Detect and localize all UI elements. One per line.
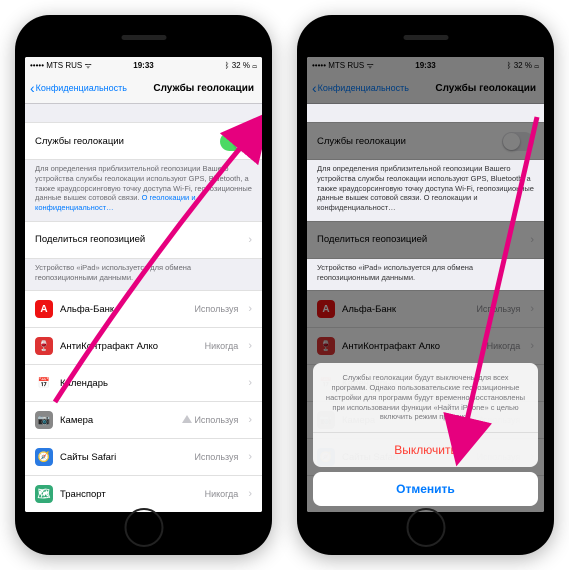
status-bar: ••••• MTS RUS ᯤ 19:33 ᛒ 32 % ▭ bbox=[307, 57, 544, 73]
status-right: ᛒ 32 % ▭ bbox=[507, 61, 539, 70]
app-icon: 📅 bbox=[35, 374, 53, 392]
footer-text: Для определения приблизительной геопозиц… bbox=[25, 160, 262, 221]
app-icon: 🧭 bbox=[35, 448, 53, 466]
cell-label: Поделиться геопозицией bbox=[317, 234, 520, 245]
cell-label: Поделиться геопозицией bbox=[35, 234, 238, 245]
back-button[interactable]: ‹ Конфиденциальность bbox=[30, 80, 127, 96]
share-location-cell: Поделиться геопозицией › bbox=[307, 221, 544, 259]
location-services-toggle-cell[interactable]: Службы геолокации bbox=[25, 122, 262, 160]
app-name: Календарь bbox=[60, 378, 231, 389]
status-right: ᛒ 32 % ▭ bbox=[225, 61, 257, 70]
nav-bar: ‹ Конфиденциальность Службы геолокации bbox=[307, 73, 544, 104]
settings-list[interactable]: Службы геолокации Для определения прибли… bbox=[25, 104, 262, 512]
status-time: 19:33 bbox=[133, 61, 153, 70]
app-cell[interactable]: 📷 Камера Используя › bbox=[25, 402, 262, 439]
chevron-right-icon: › bbox=[248, 377, 252, 389]
chevron-right-icon: › bbox=[248, 488, 252, 500]
app-cell: А Альфа-Банк Используя › bbox=[307, 290, 544, 328]
nav-title: Службы геолокации bbox=[435, 83, 536, 94]
back-button[interactable]: ‹ Конфиденциальность bbox=[312, 80, 409, 96]
app-icon: 🗺 bbox=[35, 485, 53, 503]
chevron-right-icon: › bbox=[530, 303, 534, 315]
app-status: Никогда bbox=[205, 489, 239, 499]
about-location-link: О геолокации и конфиденциальност… bbox=[317, 193, 478, 212]
app-icon: А bbox=[35, 300, 53, 318]
app-name: Камера bbox=[60, 415, 175, 426]
app-name: АнтиКонтрафакт Алко bbox=[60, 341, 198, 352]
app-status: Используя bbox=[194, 452, 238, 462]
app-name: Сайты Safari bbox=[60, 452, 187, 463]
cell-label: Службы геолокации bbox=[317, 136, 495, 147]
app-icon: 🍷 bbox=[317, 337, 335, 355]
back-label: Конфиденциальность bbox=[36, 83, 127, 93]
app-cell[interactable]: 🧭 Сайты Safari Используя › bbox=[25, 439, 262, 476]
chevron-right-icon: › bbox=[248, 340, 252, 352]
app-name: Транспорт bbox=[60, 489, 198, 500]
phone-right: ••••• MTS RUS ᯤ 19:33 ᛒ 32 % ▭ ‹ Конфиде… bbox=[297, 15, 554, 555]
app-cell[interactable]: 🍷 АнтиКонтрафакт Алко Никогда › bbox=[25, 328, 262, 365]
chevron-right-icon: › bbox=[530, 234, 534, 246]
status-left: ••••• MTS RUS ᯤ bbox=[30, 60, 92, 71]
chevron-right-icon: › bbox=[248, 234, 252, 246]
app-icon: А bbox=[317, 300, 335, 318]
app-name: Альфа-Банк bbox=[342, 304, 469, 315]
app-icon: 📷 bbox=[35, 411, 53, 429]
chevron-right-icon: › bbox=[248, 303, 252, 315]
app-icon: 🍷 bbox=[35, 337, 53, 355]
location-services-toggle-cell: Службы геолокации bbox=[307, 122, 544, 160]
screen: ••••• MTS RUS ᯤ 19:33 ᛒ 32 % ▭ ‹ Конфиде… bbox=[25, 57, 262, 512]
app-status: Используя bbox=[182, 415, 238, 425]
status-left: ••••• MTS RUS ᯤ bbox=[312, 60, 374, 71]
app-status: Никогда bbox=[487, 341, 521, 351]
location-arrow-icon bbox=[182, 415, 192, 423]
app-name: Альфа-Банк bbox=[60, 304, 187, 315]
app-status: Используя bbox=[476, 304, 520, 314]
share-location-cell[interactable]: Поделиться геопозицией › bbox=[25, 221, 262, 259]
toggle-on[interactable] bbox=[220, 132, 252, 151]
footer-text: Для определения приблизительной геопозиц… bbox=[307, 160, 544, 221]
app-status: Используя bbox=[194, 304, 238, 314]
chevron-left-icon: ‹ bbox=[312, 80, 317, 96]
app-name: АнтиКонтрафакт Алко bbox=[342, 341, 480, 352]
chevron-right-icon: › bbox=[248, 451, 252, 463]
back-label: Конфиденциальность bbox=[318, 83, 409, 93]
nav-bar: ‹ Конфиденциальность Службы геолокации bbox=[25, 73, 262, 104]
cancel-button[interactable]: Отменить bbox=[313, 472, 538, 506]
app-status: Никогда bbox=[205, 341, 239, 351]
cell-label: Службы геолокации bbox=[35, 136, 213, 147]
action-sheet: Службы геолокации будут выключены для вс… bbox=[313, 363, 538, 506]
app-cell[interactable]: 📅 Календарь › bbox=[25, 365, 262, 402]
chevron-right-icon: › bbox=[530, 340, 534, 352]
chevron-right-icon: › bbox=[248, 414, 252, 426]
sheet-message: Службы геолокации будут выключены для вс… bbox=[313, 363, 538, 433]
phone-left: ••••• MTS RUS ᯤ 19:33 ᛒ 32 % ▭ ‹ Конфиде… bbox=[15, 15, 272, 555]
app-cell: 🍷 АнтиКонтрафакт Алко Никогда › bbox=[307, 328, 544, 365]
turn-off-button[interactable]: Выключить bbox=[313, 433, 538, 467]
share-footer: Устройство «iPad» используется для обмен… bbox=[25, 259, 262, 291]
share-footer: Устройство «iPad» используется для обмен… bbox=[307, 259, 544, 291]
nav-title: Службы геолокации bbox=[153, 83, 254, 94]
toggle-off bbox=[502, 132, 534, 151]
chevron-left-icon: ‹ bbox=[30, 80, 35, 96]
status-time: 19:33 bbox=[415, 61, 435, 70]
app-cell[interactable]: 🗺 Транспорт Никогда › bbox=[25, 476, 262, 512]
app-cell[interactable]: А Альфа-Банк Используя › bbox=[25, 290, 262, 328]
screen: ••••• MTS RUS ᯤ 19:33 ᛒ 32 % ▭ ‹ Конфиде… bbox=[307, 57, 544, 512]
status-bar: ••••• MTS RUS ᯤ 19:33 ᛒ 32 % ▭ bbox=[25, 57, 262, 73]
